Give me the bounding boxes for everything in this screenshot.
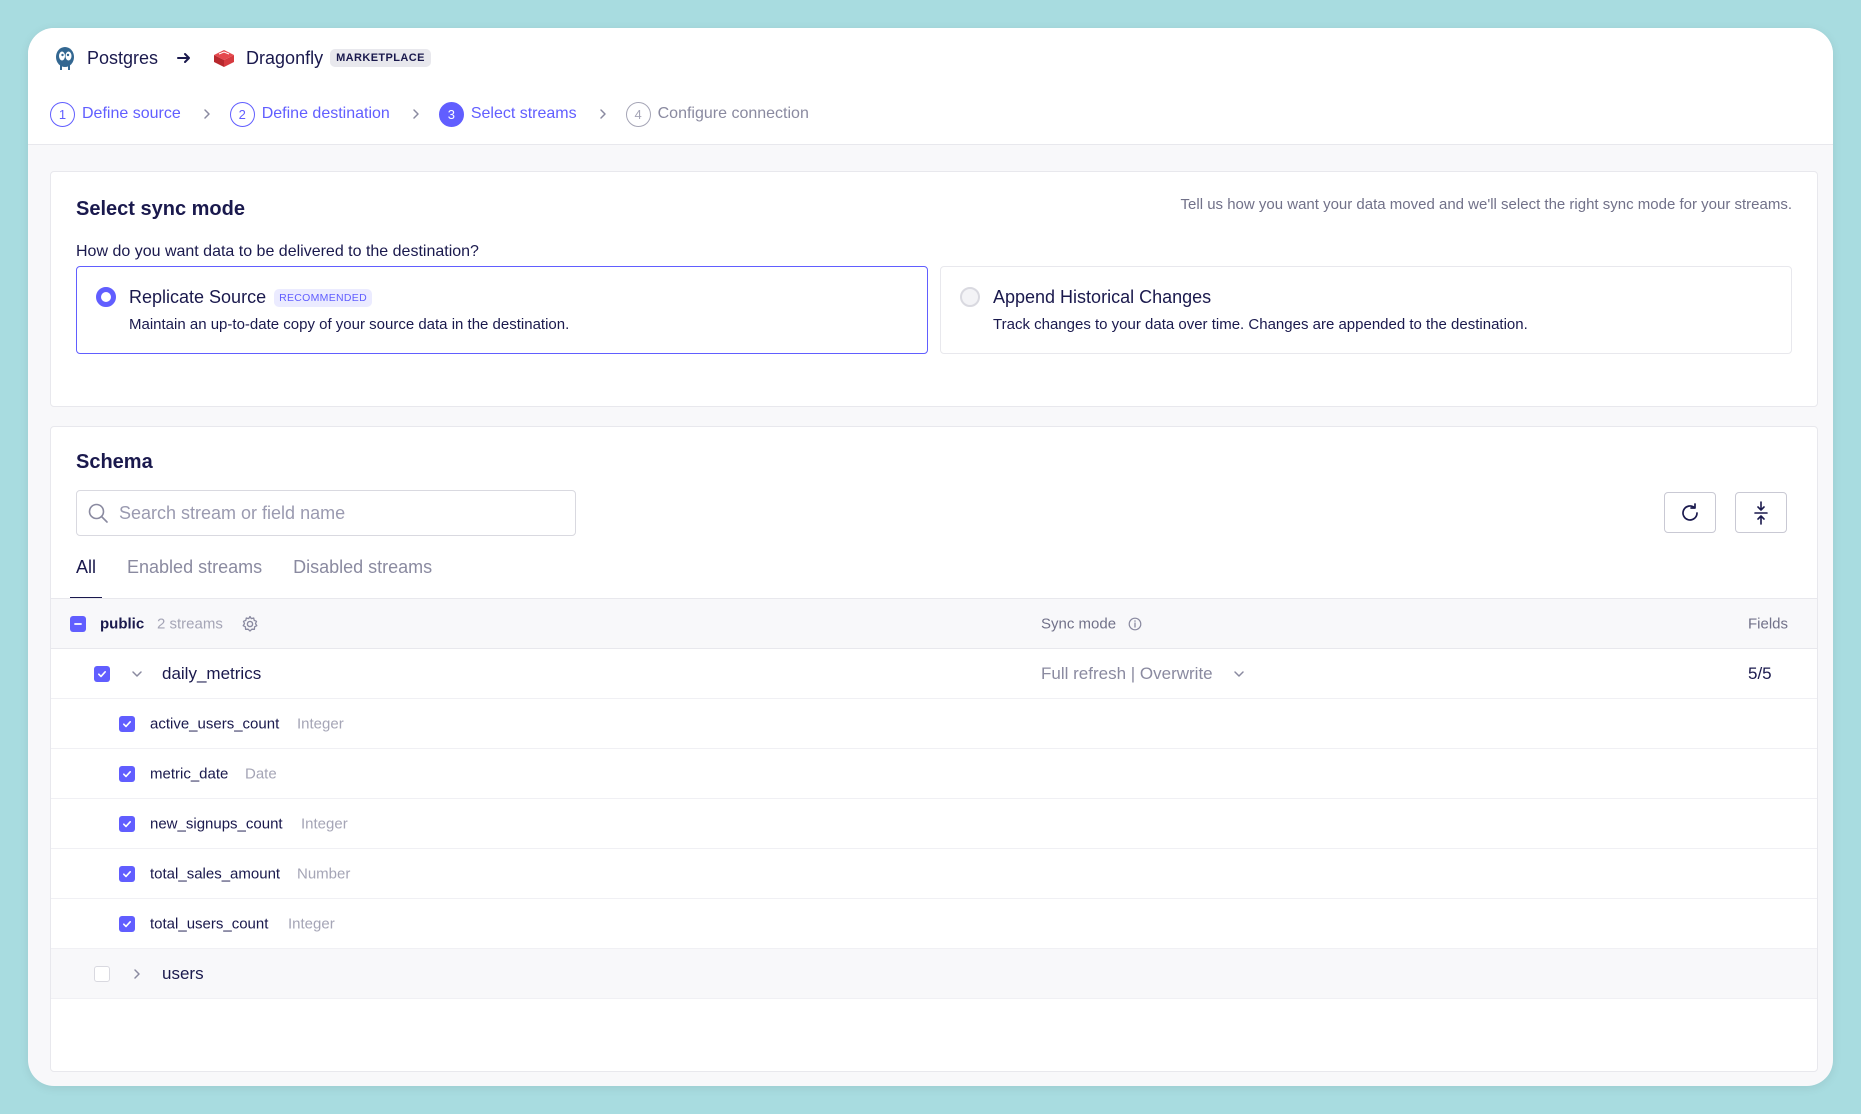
step-number: 2 [229, 101, 255, 127]
namespace-name: public [100, 615, 145, 632]
chevron-right-icon [599, 109, 606, 119]
recommended-badge: RECOMMENDED [274, 288, 372, 307]
chevron-down-icon[interactable] [130, 667, 144, 681]
sync-mode-column-header: Sync mode [1041, 615, 1117, 632]
namespace-header-row: public 2 streams Sync mode Fields [51, 598, 1817, 649]
chevron-down-icon[interactable] [1232, 667, 1246, 681]
checkmark-icon [123, 871, 131, 878]
stream-row-daily-metrics[interactable]: daily_metrics Full refresh | Overwrite 5… [51, 649, 1817, 699]
tab-all[interactable]: All [69, 557, 103, 599]
checkmark-icon [123, 921, 131, 928]
search-box [76, 490, 576, 536]
step-label: Define source [82, 105, 181, 122]
stream-filter-tabs: All Enabled streams Disabled streams [69, 557, 463, 599]
radio-unselected[interactable] [960, 287, 980, 307]
schema-card: Schema All Enabled streams Disab [50, 426, 1818, 1072]
field-name: active_users_count [150, 715, 280, 732]
collapse-vertical-icon [1754, 500, 1768, 525]
fields-column-header: Fields [1748, 615, 1789, 632]
field-type: Integer [297, 715, 344, 732]
info-icon[interactable] [1128, 617, 1142, 631]
tab-disabled-streams[interactable]: Disabled streams [293, 557, 432, 597]
sync-mode-question: How do you want data to be delivered to … [76, 243, 479, 260]
step-define-destination[interactable]: 2 Define destination [229, 101, 390, 127]
collapse-all-button[interactable] [1735, 492, 1787, 533]
refresh-icon [1682, 502, 1698, 521]
field-row: metric_date Date [51, 749, 1817, 799]
field-name: new_signups_count [150, 815, 283, 832]
field-row: active_users_count Integer [51, 699, 1817, 749]
checkmark-icon [123, 821, 131, 828]
connection-title: Postgres Dragonfly MARKETPLACE [52, 46, 431, 70]
connection-header: Postgres Dragonfly MARKETPLACE 1 Define … [28, 28, 1833, 145]
stream-sync-mode-select[interactable]: Full refresh | Overwrite [1041, 664, 1213, 684]
stream-fields-count: 5/5 [1748, 663, 1772, 683]
option-title: Append Historical Changes [993, 287, 1212, 307]
stepper: 1 Define source 2 Define destination 3 S… [50, 101, 809, 127]
namespace-checkbox[interactable] [70, 616, 86, 632]
minus-icon [74, 623, 82, 625]
gear-icon[interactable] [241, 615, 259, 633]
field-checkbox[interactable] [119, 916, 135, 932]
stream-name: users [162, 963, 204, 983]
schema-title: Schema [76, 451, 153, 473]
field-row: total_sales_amount Number [51, 849, 1817, 899]
option-append-historical[interactable]: Append Historical Changes Track changes … [940, 266, 1792, 354]
option-description: Maintain an up-to-date copy of your sour… [129, 316, 570, 333]
field-name: total_sales_amount [150, 865, 281, 882]
destination-name: Dragonfly [246, 47, 324, 68]
step-number: 1 [50, 101, 75, 127]
option-description: Track changes to your data over time. Ch… [993, 316, 1528, 333]
stream-name: daily_metrics [162, 663, 262, 683]
connection-window: Postgres Dragonfly MARKETPLACE 1 Define … [28, 28, 1833, 1086]
search-input[interactable] [119, 502, 559, 524]
option-replicate-source[interactable]: Replicate Source RECOMMENDED Maintain an… [76, 266, 928, 354]
field-row: new_signups_count Integer [51, 799, 1817, 849]
option-title: Replicate Source [129, 287, 267, 307]
field-type: Number [297, 865, 351, 882]
source-name: Postgres [87, 47, 159, 68]
stream-checkbox[interactable] [94, 966, 110, 982]
field-checkbox[interactable] [119, 766, 135, 782]
chevron-right-icon [413, 109, 419, 119]
step-select-streams: 3 Select streams [438, 101, 577, 127]
refresh-schema-button[interactable] [1664, 492, 1716, 533]
field-name: total_users_count [150, 915, 269, 932]
dragonfly-logo-icon [214, 50, 235, 67]
field-type: Integer [288, 915, 335, 932]
sync-mode-title: Select sync mode [76, 198, 245, 220]
marketplace-badge: MARKETPLACE [330, 49, 431, 67]
search-icon [88, 503, 108, 523]
step-label: Select streams [470, 105, 577, 122]
field-checkbox[interactable] [119, 716, 135, 732]
stream-row-users[interactable]: users [51, 949, 1817, 999]
postgres-logo-icon [56, 47, 74, 70]
arrow-right-icon [177, 53, 191, 63]
chevron-right-icon[interactable] [130, 967, 144, 981]
sync-mode-hint: Tell us how you want your data moved and… [1180, 196, 1792, 213]
field-row: total_users_count Integer [51, 899, 1817, 949]
chevron-right-icon [203, 109, 210, 119]
field-type: Integer [301, 815, 348, 832]
namespace-stream-count: 2 streams [157, 615, 223, 632]
field-type: Date [245, 765, 277, 782]
step-define-source[interactable]: 1 Define source [50, 101, 181, 127]
checkmark-icon [123, 721, 131, 728]
field-name: metric_date [150, 765, 229, 782]
step-configure-connection: 4 Configure connection [625, 101, 809, 127]
step-number: 3 [438, 101, 464, 127]
field-checkbox[interactable] [119, 816, 135, 832]
step-label: Define destination [261, 105, 390, 122]
sync-mode-card: Select sync mode Tell us how you want yo… [50, 171, 1818, 407]
step-number: 4 [625, 101, 651, 127]
checkmark-icon [98, 671, 106, 678]
stream-checkbox[interactable] [94, 666, 110, 682]
checkmark-icon [123, 771, 131, 778]
field-checkbox[interactable] [119, 866, 135, 882]
step-label: Configure connection [657, 105, 809, 122]
radio-selected[interactable] [96, 287, 116, 307]
tab-enabled-streams[interactable]: Enabled streams [127, 557, 262, 597]
